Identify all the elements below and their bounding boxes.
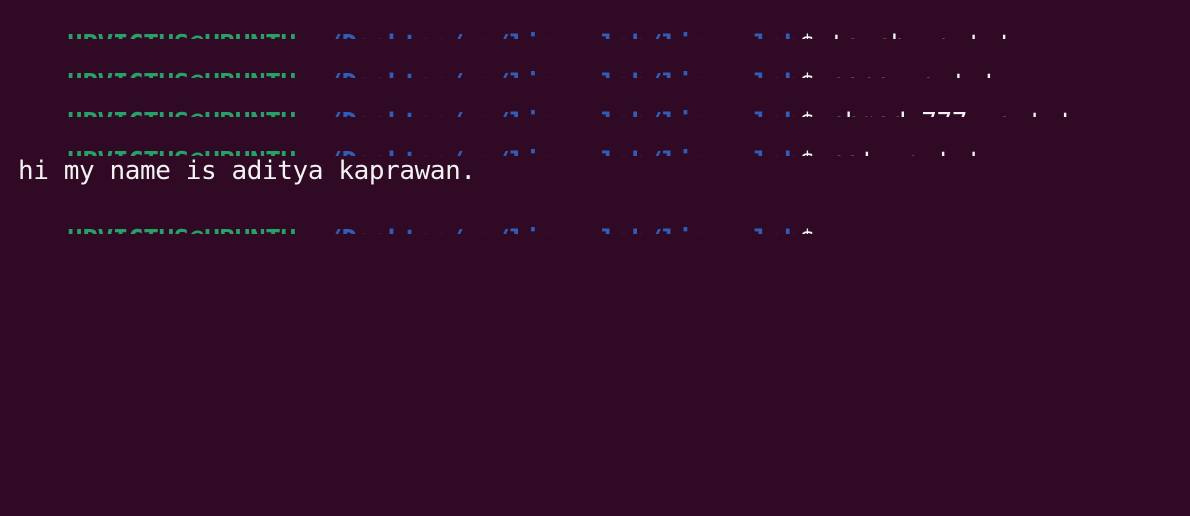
prompt-line: HPVICTUS@UBUNTU:~/Desktop/vg/linux_lab/l… — [6, 0, 1190, 39]
prompt-dollar: $ — [799, 30, 815, 39]
prompt-separator: : — [296, 69, 312, 78]
prompt-user: HPVICTUS@UBUNTU — [67, 69, 296, 78]
prompt-dollar: $ — [799, 225, 815, 234]
prompt-separator: : — [296, 30, 312, 39]
prompt-path: ~/Desktop/vg/linux_lab/linux_lab — [311, 108, 800, 117]
prompt-user: HPVICTUS@UBUNTU — [67, 225, 296, 234]
command-output: hi my name is aditya kaprawan. — [18, 156, 476, 186]
prompt-line: HPVICTUS@UBUNTU:~/Desktop/vg/linux_lab/l… — [6, 117, 1190, 156]
prompt-dollar: $ — [799, 108, 815, 117]
terminal-window[interactable]: HPVICTUS@UBUNTU:~/Desktop/vg/linux_lab/l… — [0, 0, 1190, 516]
prompt-line: HPVICTUS@UBUNTU:~/Desktop/vg/linux_lab/l… — [6, 78, 1190, 117]
prompt-line[interactable]: HPVICTUS@UBUNTU:~/Desktop/vg/linux_lab/l… — [6, 195, 1190, 234]
prompt-dollar: $ — [799, 69, 815, 78]
prompt-dollar: $ — [799, 147, 815, 156]
prompt-path: ~/Desktop/vg/linux_lab/linux_lab — [311, 69, 800, 78]
command-text: touch vg.txt — [814, 30, 1013, 39]
prompt-line: HPVICTUS@UBUNTU:~/Desktop/vg/linux_lab/l… — [6, 39, 1190, 78]
command-text: chmod 777 vg.txt — [814, 108, 1074, 117]
command-text: nano vg.txt — [814, 69, 998, 78]
prompt-user: HPVICTUS@UBUNTU — [67, 108, 296, 117]
prompt-separator: : — [296, 147, 312, 156]
command-text: cat vg.txt — [814, 147, 983, 156]
prompt-separator: : — [296, 108, 312, 117]
prompt-separator: : — [296, 225, 312, 234]
prompt-path: ~/Desktop/vg/linux_lab/linux_lab — [311, 225, 800, 234]
prompt-user: HPVICTUS@UBUNTU — [67, 147, 296, 156]
prompt-path: ~/Desktop/vg/linux_lab/linux_lab — [311, 147, 800, 156]
prompt-user: HPVICTUS@UBUNTU — [67, 30, 296, 39]
prompt-path: ~/Desktop/vg/linux_lab/linux_lab — [311, 30, 800, 39]
